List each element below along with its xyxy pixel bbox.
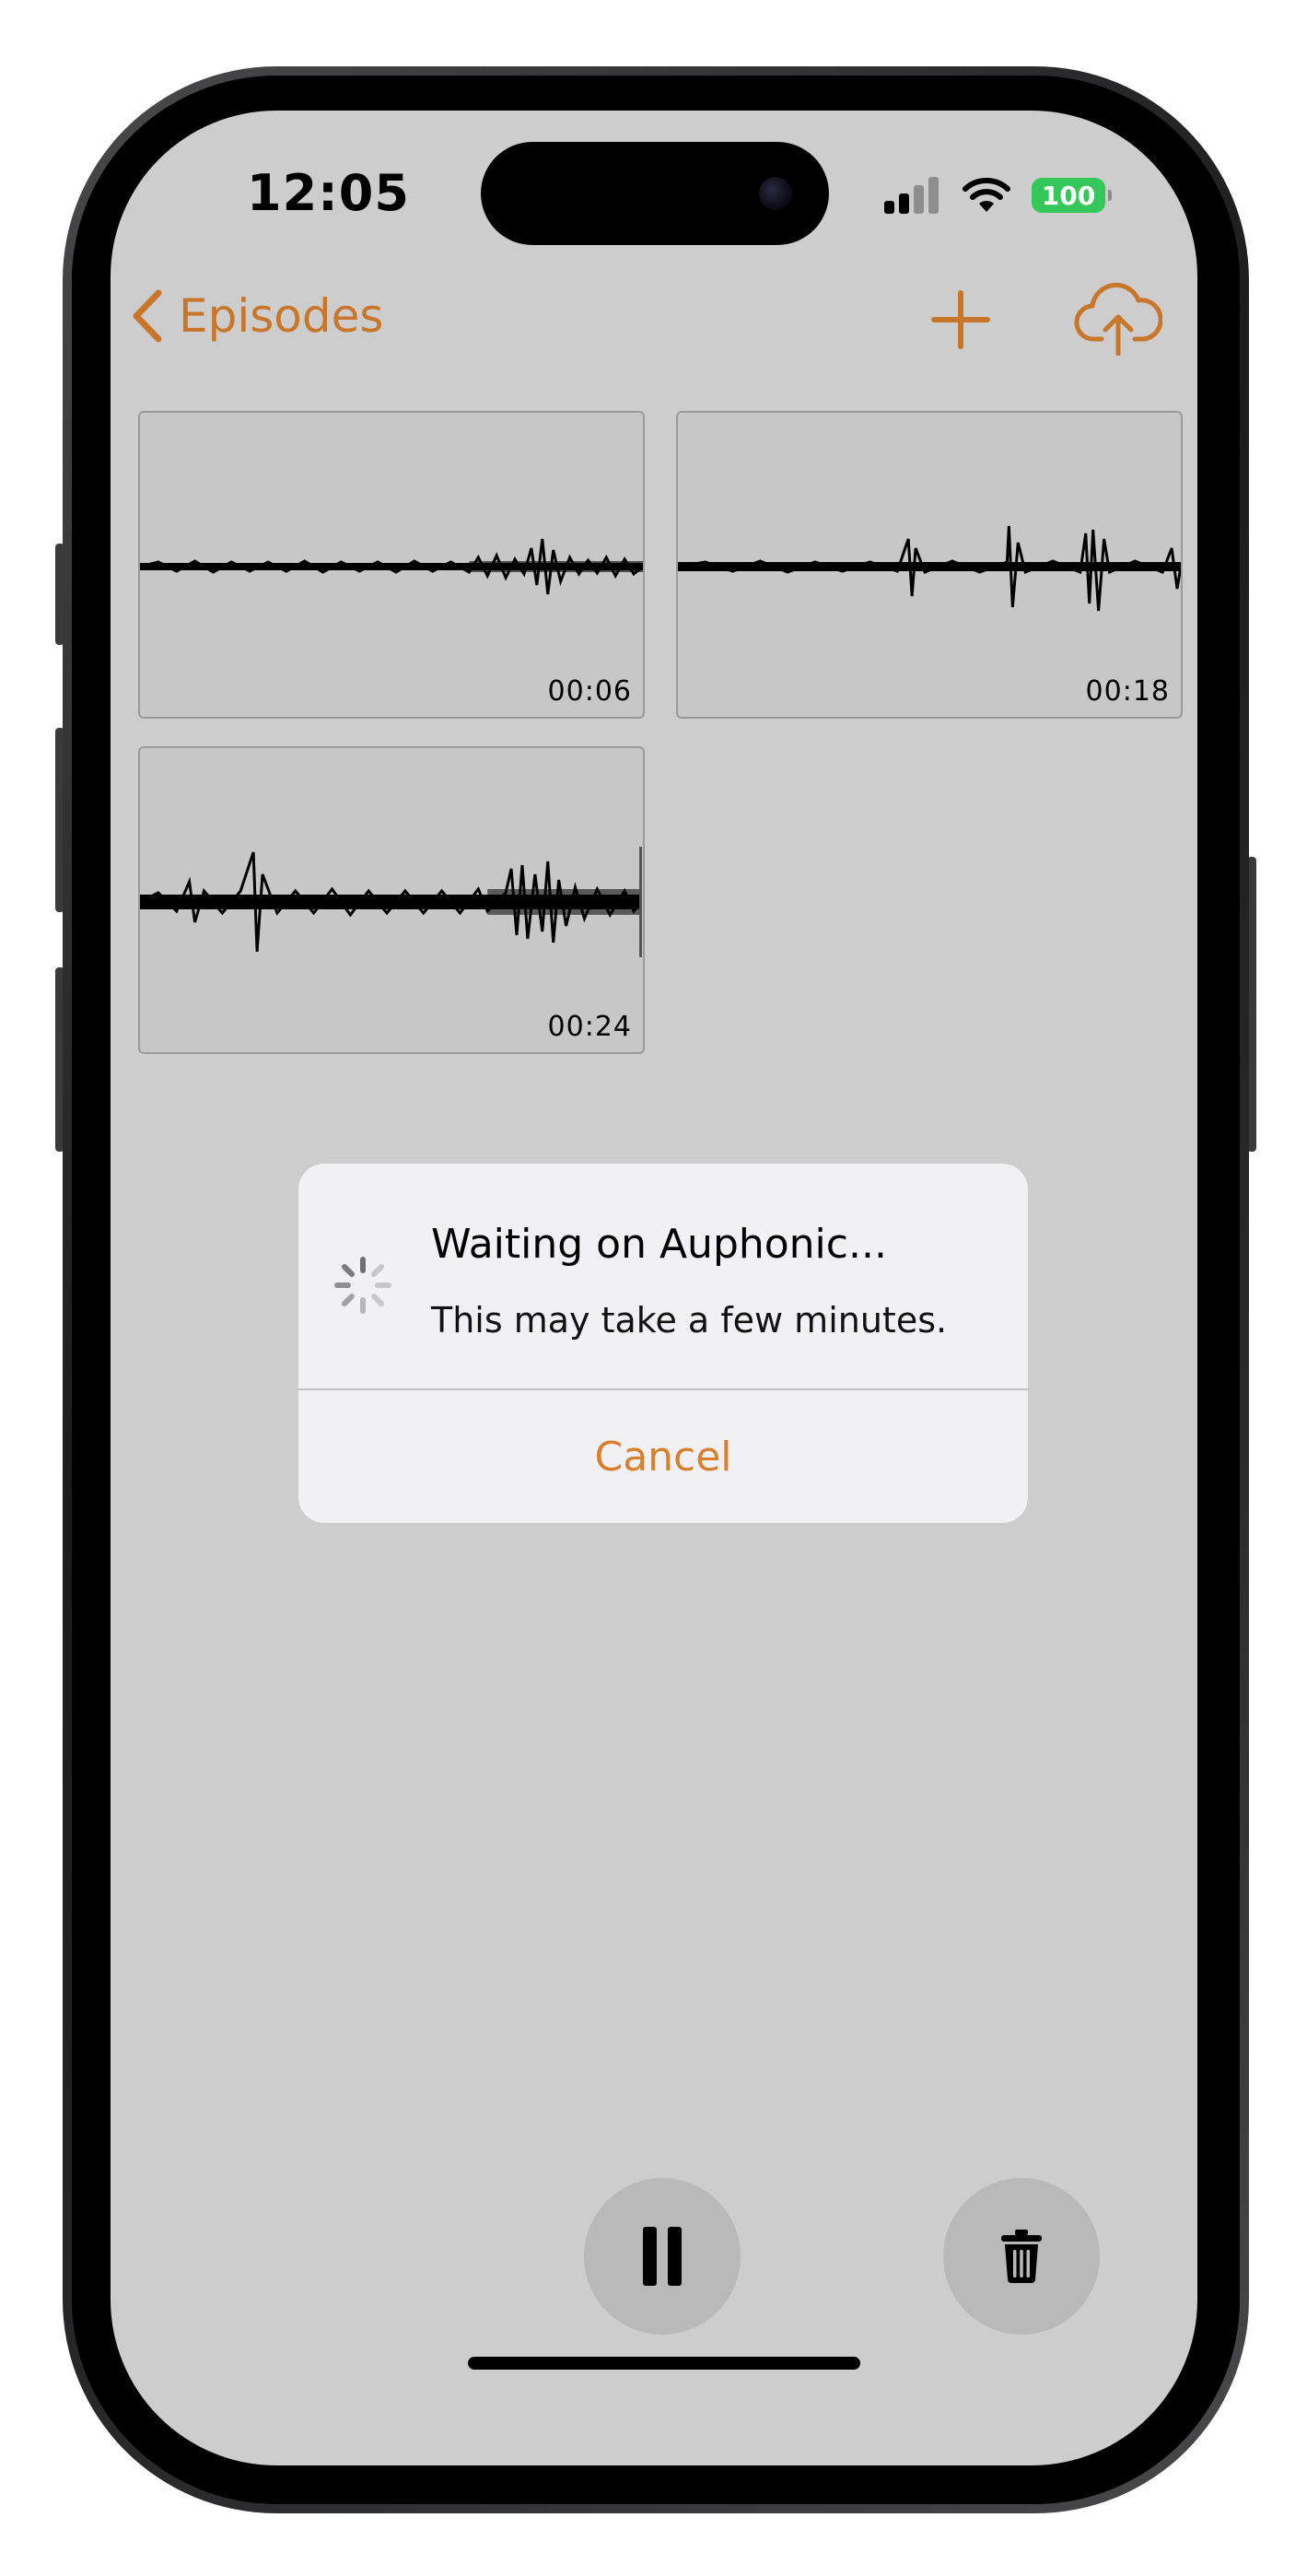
upload-button[interactable] — [1074, 282, 1163, 357]
status-icons: 100 — [884, 173, 1112, 217]
battery-level: 100 — [1041, 180, 1096, 211]
back-button[interactable]: Episodes — [129, 284, 383, 348]
front-camera — [759, 177, 792, 210]
episode-duration: 00:06 — [547, 675, 632, 708]
episode-waveform — [140, 538, 643, 595]
status-time: 12:05 — [247, 164, 410, 222]
episode-duration: 00:24 — [547, 1011, 632, 1043]
add-episode-button[interactable] — [928, 287, 993, 352]
episode-tile[interactable]: 00:18 — [676, 411, 1183, 719]
episode-tile[interactable]: 00:06 — [138, 411, 645, 719]
chevron-left-icon — [133, 289, 162, 343]
delete-button[interactable] — [943, 2178, 1100, 2335]
episode-duration: 00:18 — [1085, 675, 1170, 708]
back-button-label: Episodes — [179, 289, 384, 343]
episode-waveform — [140, 847, 643, 957]
wifi-icon — [963, 178, 1010, 212]
pause-icon — [643, 2227, 682, 2286]
cancel-button[interactable]: Cancel — [298, 1390, 1028, 1523]
alert-message: This may take a few minutes. — [431, 1300, 948, 1341]
alert-title: Waiting on Auphonic... — [431, 1221, 887, 1268]
processing-alert: Waiting on Auphonic... This may take a f… — [298, 1164, 1028, 1523]
episode-tile[interactable]: 00:24 — [138, 746, 645, 1054]
app-screen: 12:05 100 Episodes 00:06 00:18 00:24 Wai… — [111, 111, 1197, 2465]
plus-icon — [931, 290, 990, 349]
pause-button[interactable] — [584, 2178, 741, 2335]
dynamic-island — [481, 142, 829, 245]
cloud-upload-icon — [1074, 282, 1163, 357]
battery-icon: 100 — [1032, 178, 1112, 213]
episode-waveform — [678, 525, 1181, 612]
trash-icon — [1001, 2230, 1042, 2283]
cellular-signal-icon — [884, 177, 939, 214]
home-indicator[interactable] — [468, 2357, 860, 2370]
activity-spinner-icon — [334, 1257, 391, 1314]
